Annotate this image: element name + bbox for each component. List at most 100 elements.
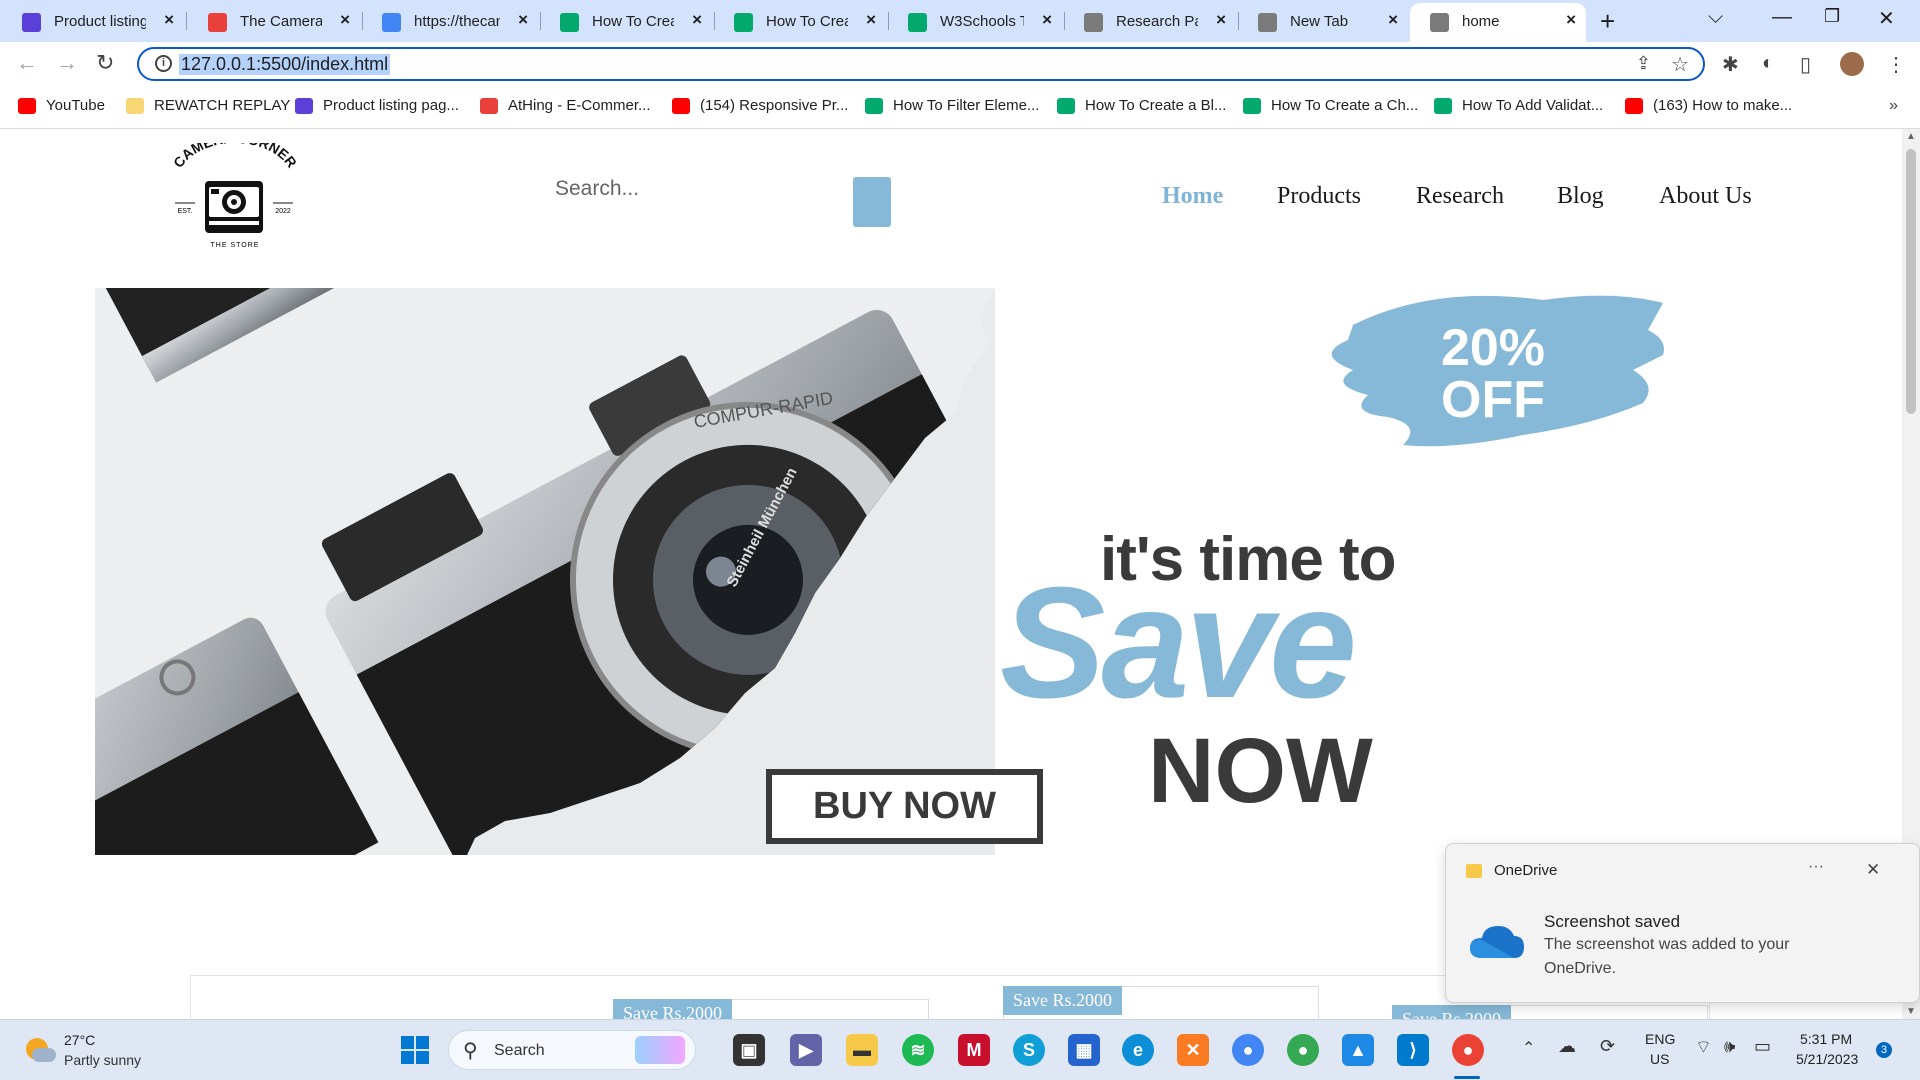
bookmark-item[interactable]: How To Filter Eleme... — [865, 97, 1039, 114]
volume-icon[interactable]: 🕪 — [1724, 1036, 1735, 1057]
xampp-icon[interactable]: ✕ — [1177, 1034, 1209, 1066]
toast-more-icon[interactable]: ··· — [1808, 858, 1824, 876]
nav-blog[interactable]: Blog — [1557, 183, 1604, 210]
weather-desc[interactable]: Partly sunny — [64, 1052, 141, 1068]
product-card[interactable]: Save Rs.2000 — [1392, 1005, 1708, 1019]
address-bar[interactable]: i 127.0.0.1:5500/index.html ⇪ ☆ — [137, 47, 1705, 81]
buy-now-button[interactable]: BUY NOW — [766, 769, 1043, 844]
upwork-icon — [295, 97, 313, 114]
battery-icon[interactable]: ▭ — [1754, 1036, 1771, 1057]
nav-products[interactable]: Products — [1277, 183, 1361, 210]
forward-button[interactable]: → — [56, 50, 78, 76]
close-tab-icon[interactable]: × — [866, 10, 876, 30]
teams-icon[interactable]: ▶ — [790, 1034, 822, 1066]
extension-icon[interactable]: ◐ — [1762, 52, 1774, 75]
minimize-button[interactable]: — — [1772, 6, 1792, 29]
task-view-icon[interactable]: ▣ — [733, 1034, 765, 1066]
sync-tray-icon[interactable]: ⟳ — [1600, 1036, 1615, 1057]
browser-tab[interactable]: W3Schools Try × — [888, 3, 1062, 40]
browser-tab[interactable]: How To Create × — [714, 3, 886, 40]
bookmark-item[interactable]: How To Add Validat... — [1434, 97, 1603, 114]
bookmark-item[interactable]: (163) How to make... — [1625, 97, 1792, 114]
browser-tab[interactable]: New Tab × — [1238, 3, 1408, 40]
weather-icon[interactable] — [22, 1034, 56, 1066]
region-code[interactable]: US — [1650, 1051, 1669, 1067]
bookmark-item[interactable]: How To Create a Ch... — [1243, 97, 1418, 114]
more-bookmarks-icon[interactable]: » — [1889, 97, 1898, 115]
onedrive-tray-icon[interactable]: ☁ — [1558, 1036, 1576, 1057]
bookmark-item[interactable]: Product listing pag... — [295, 97, 459, 114]
onedrive-notification[interactable]: OneDrive ··· ✕ Screenshot saved The scre… — [1445, 843, 1920, 1003]
scroll-down-icon[interactable]: ▼ — [1906, 1006, 1916, 1017]
close-tab-icon[interactable]: × — [1566, 10, 1576, 30]
nav-about-us[interactable]: About Us — [1659, 183, 1752, 210]
bookmark-label: AtHing - E-Commer... — [508, 97, 651, 114]
language-code[interactable]: ENG — [1645, 1031, 1675, 1047]
restore-button[interactable]: ❐ — [1824, 6, 1840, 27]
bookmark-item[interactable]: AtHing - E-Commer... — [480, 97, 651, 114]
site-info-icon[interactable]: i — [155, 55, 172, 72]
profile-avatar[interactable] — [1840, 52, 1864, 76]
nav-home[interactable]: Home — [1162, 183, 1223, 210]
edge-icon[interactable]: e — [1122, 1034, 1154, 1066]
chrome-active-icon[interactable]: ● — [1452, 1034, 1484, 1066]
product-card[interactable]: Save Rs.2000 — [1003, 986, 1319, 1019]
skype-icon[interactable]: S — [1013, 1034, 1045, 1066]
photos-icon[interactable]: ▲ — [1342, 1034, 1374, 1066]
product-card[interactable]: Save Rs.2000 — [613, 999, 929, 1019]
close-tab-icon[interactable]: × — [1042, 10, 1052, 30]
bookmark-item[interactable]: YouTube — [18, 97, 105, 114]
close-tab-icon[interactable]: × — [518, 10, 528, 30]
weather-temp[interactable]: 27°C — [64, 1032, 95, 1048]
share-icon[interactable]: ⇪ — [1636, 53, 1651, 74]
notification-count-badge[interactable]: 3 — [1876, 1042, 1892, 1058]
close-tab-icon[interactable]: × — [164, 10, 174, 30]
url-text[interactable]: 127.0.0.1:5500/index.html — [179, 54, 391, 75]
bookmark-item[interactable]: REWATCH REPLAY — [126, 97, 290, 114]
close-tab-icon[interactable]: × — [1388, 10, 1398, 30]
chrome-profile-1-icon[interactable]: ● — [1232, 1034, 1264, 1066]
new-tab-button[interactable]: + — [1600, 6, 1615, 37]
close-tab-icon[interactable]: × — [1216, 10, 1226, 30]
camera-corner-logo[interactable]: CAMERA CORNER EST. 2022 THE STORE — [165, 143, 305, 253]
bookmark-item[interactable]: How To Create a Bl... — [1057, 97, 1226, 114]
tab-title: How To Create — [592, 13, 674, 30]
taskbar-search[interactable]: ⚲ Search — [448, 1030, 696, 1070]
close-tab-icon[interactable]: × — [692, 10, 702, 30]
back-button[interactable]: ← — [16, 50, 38, 76]
start-button[interactable] — [401, 1036, 429, 1064]
file-explorer-icon[interactable]: ▬ — [846, 1034, 878, 1066]
browser-tab[interactable]: How To Create × — [540, 3, 712, 40]
scrollbar-thumb[interactable] — [1906, 149, 1916, 414]
browser-tab[interactable]: https://thecan × — [362, 3, 538, 40]
scroll-up-icon[interactable]: ▲ — [1906, 131, 1916, 142]
close-window-button[interactable]: ✕ — [1878, 6, 1895, 31]
bookmark-item[interactable]: (154) Responsive Pr... — [672, 97, 848, 114]
toast-close-icon[interactable]: ✕ — [1866, 860, 1880, 880]
show-hidden-icons[interactable]: ⌃ — [1522, 1038, 1535, 1058]
clock-time[interactable]: 5:31 PM — [1800, 1031, 1852, 1047]
browser-tab[interactable]: home × — [1410, 3, 1586, 42]
browser-tab[interactable]: Research Page × — [1064, 3, 1236, 40]
tab-title: home — [1462, 13, 1500, 30]
menu-icon[interactable]: ⋮ — [1886, 52, 1906, 77]
clock-date[interactable]: 5/21/2023 — [1796, 1051, 1858, 1067]
store-icon[interactable]: ▦ — [1068, 1034, 1100, 1066]
bookmark-star-icon[interactable]: ☆ — [1671, 52, 1689, 77]
vscode-icon[interactable]: ⟩ — [1397, 1034, 1429, 1066]
chrome-profile-2-icon[interactable]: ● — [1287, 1034, 1319, 1066]
close-tab-icon[interactable]: × — [340, 10, 350, 30]
extensions-icon[interactable]: ✱ — [1722, 52, 1739, 77]
spotify-icon[interactable]: ≋ — [902, 1034, 934, 1066]
reload-button[interactable]: ↻ — [96, 50, 114, 76]
tab-search-icon[interactable]: ⌵ — [1708, 6, 1723, 29]
search-input[interactable] — [555, 171, 815, 207]
tab-title: Product listing — [54, 13, 146, 30]
nav-research[interactable]: Research — [1416, 183, 1504, 210]
wifi-icon[interactable]: ⌔ — [1695, 1036, 1712, 1059]
mcafee-icon[interactable]: M — [958, 1034, 990, 1066]
browser-tab[interactable]: Product listing × — [2, 3, 184, 40]
search-button[interactable] — [853, 177, 891, 227]
browser-tab[interactable]: The Camera St × — [188, 3, 360, 40]
side-panel-icon[interactable]: ▯ — [1800, 52, 1811, 77]
